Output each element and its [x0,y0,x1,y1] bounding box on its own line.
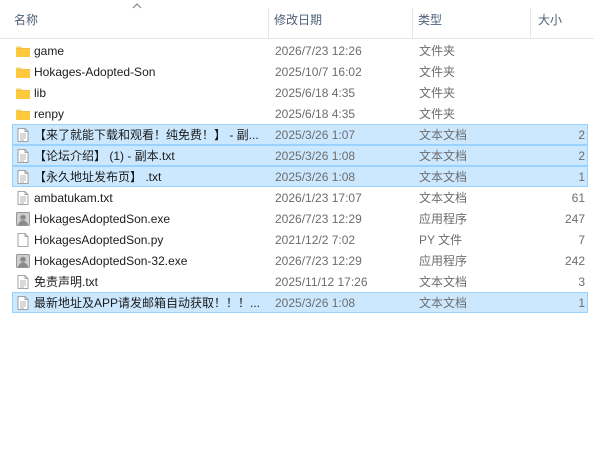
file-name: HokagesAdoptedSon.exe [34,212,171,226]
file-type: 应用程序 [419,254,468,268]
file-explorer-pane: 名称 修改日期 类型 大小 game 2026/7/23 12:26 文件夹 Hoka… [0,0,594,473]
column-header-date-modified[interactable]: 修改日期 [268,0,412,38]
file-name: ambatukam.txt [34,191,113,205]
file-name: 【论坛介绍】 (1) - 副本.txt [34,149,175,163]
file-name: 免责声明.txt [34,275,99,289]
text-file-icon [15,293,31,312]
text-file-icon [15,272,31,291]
file-date-modified: 2025/3/26 1:08 [275,170,356,184]
file-size: 1 [578,296,585,310]
file-date-modified: 2025/3/26 1:08 [275,149,356,163]
file-type: 应用程序 [419,212,468,226]
column-header-name[interactable]: 名称 [0,0,268,38]
file-type: 文件夹 [419,44,456,58]
file-date-modified: 2021/12/2 7:02 [275,233,356,247]
text-file-icon [15,188,31,207]
folder-icon [15,41,31,60]
file-type: 文本文档 [419,170,468,184]
column-header-size[interactable]: 大小 [530,0,594,38]
folder-icon [15,104,31,123]
folder-icon [15,62,31,81]
file-size: 61 [571,191,585,205]
file-name: renpy [34,107,65,121]
file-name: game [34,44,65,58]
file-row[interactable]: 【论坛介绍】 (1) - 副本.txt 2025/3/26 1:08 文本文档 2 [12,145,588,166]
file-row[interactable]: lib 2025/6/18 4:35 文件夹 [12,82,588,103]
file-date-modified: 2025/6/18 4:35 [275,86,356,100]
file-row[interactable]: 【来了就能下载和观看！纯免费！】 - 副... 2025/3/26 1:07 文本文… [12,124,588,145]
file-date-modified: 2026/7/23 12:29 [275,254,362,268]
file-type: 文本文档 [419,296,468,310]
file-name: 最新地址及APP请发邮箱自动获取！！！... [34,296,261,310]
folder-icon [15,83,31,102]
file-size: 242 [564,254,585,268]
file-size [533,104,585,123]
app-icon [15,251,31,270]
file-row[interactable]: 最新地址及APP请发邮箱自动获取！！！... 2025/3/26 1:08 文本文档… [12,292,588,313]
file-size [533,41,585,60]
file-row[interactable]: HokagesAdoptedSon.py 2021/12/2 7:02 PY 文件 7 [12,229,588,250]
file-date-modified: 2025/3/26 1:08 [275,296,356,310]
text-file-icon [15,146,31,165]
file-row[interactable]: HokagesAdoptedSon-32.exe 2026/7/23 12:29 应… [12,250,588,271]
file-date-modified: 2025/11/12 17:26 [275,275,368,289]
file-type: 文本文档 [419,128,468,142]
file-type: 文件夹 [419,65,456,79]
file-size: 2 [578,128,585,142]
file-size: 2 [578,149,585,163]
file-row[interactable]: renpy 2025/6/18 4:35 文件夹 [12,103,588,124]
file-type: 文本文档 [419,149,468,163]
file-type: 文本文档 [419,275,468,289]
file-size [533,62,585,81]
file-size [533,83,585,102]
file-name: HokagesAdoptedSon.py [34,233,164,247]
file-type: 文件夹 [419,86,456,100]
app-icon [15,209,31,228]
blank-file-icon [15,230,31,249]
file-date-modified: 2025/3/26 1:07 [275,128,356,142]
file-name: 【来了就能下载和观看！纯免费！】 - 副... [34,128,259,142]
file-date-modified: 2026/7/23 12:26 [275,44,362,58]
file-size: 7 [578,233,585,247]
file-row[interactable]: game 2026/7/23 12:26 文件夹 [12,40,588,61]
file-type: PY 文件 [419,233,463,247]
file-size: 1 [578,170,585,184]
file-date-modified: 2025/10/7 16:02 [275,65,362,79]
column-header-type[interactable]: 类型 [412,0,530,38]
file-row[interactable]: 【永久地址发布页】 .txt 2025/3/26 1:08 文本文档 1 [12,166,588,187]
file-name: HokagesAdoptedSon-32.exe [34,254,188,268]
file-name: 【永久地址发布页】 .txt [34,170,162,184]
file-row[interactable]: HokagesAdoptedSon.exe 2026/7/23 12:29 应用程序… [12,208,588,229]
text-file-icon [15,125,31,144]
file-date-modified: 2026/1/23 17:07 [275,191,362,205]
text-file-icon [15,167,31,186]
file-name: Hokages-Adopted-Son [34,65,156,79]
file-row[interactable]: ambatukam.txt 2026/1/23 17:07 文本文档 61 [12,187,588,208]
file-size: 3 [578,275,585,289]
file-size: 247 [564,212,585,226]
file-type: 文件夹 [419,107,456,121]
file-date-modified: 2025/6/18 4:35 [275,107,356,121]
column-header-bar: 名称 修改日期 类型 大小 [0,0,594,39]
file-row[interactable]: Hokages-Adopted-Son 2025/10/7 16:02 文件夹 [12,61,588,82]
file-name: lib [34,86,47,100]
file-date-modified: 2026/7/23 12:29 [275,212,362,226]
file-type: 文本文档 [419,191,468,205]
file-row[interactable]: 免责声明.txt 2025/11/12 17:26 文本文档 3 [12,271,588,292]
